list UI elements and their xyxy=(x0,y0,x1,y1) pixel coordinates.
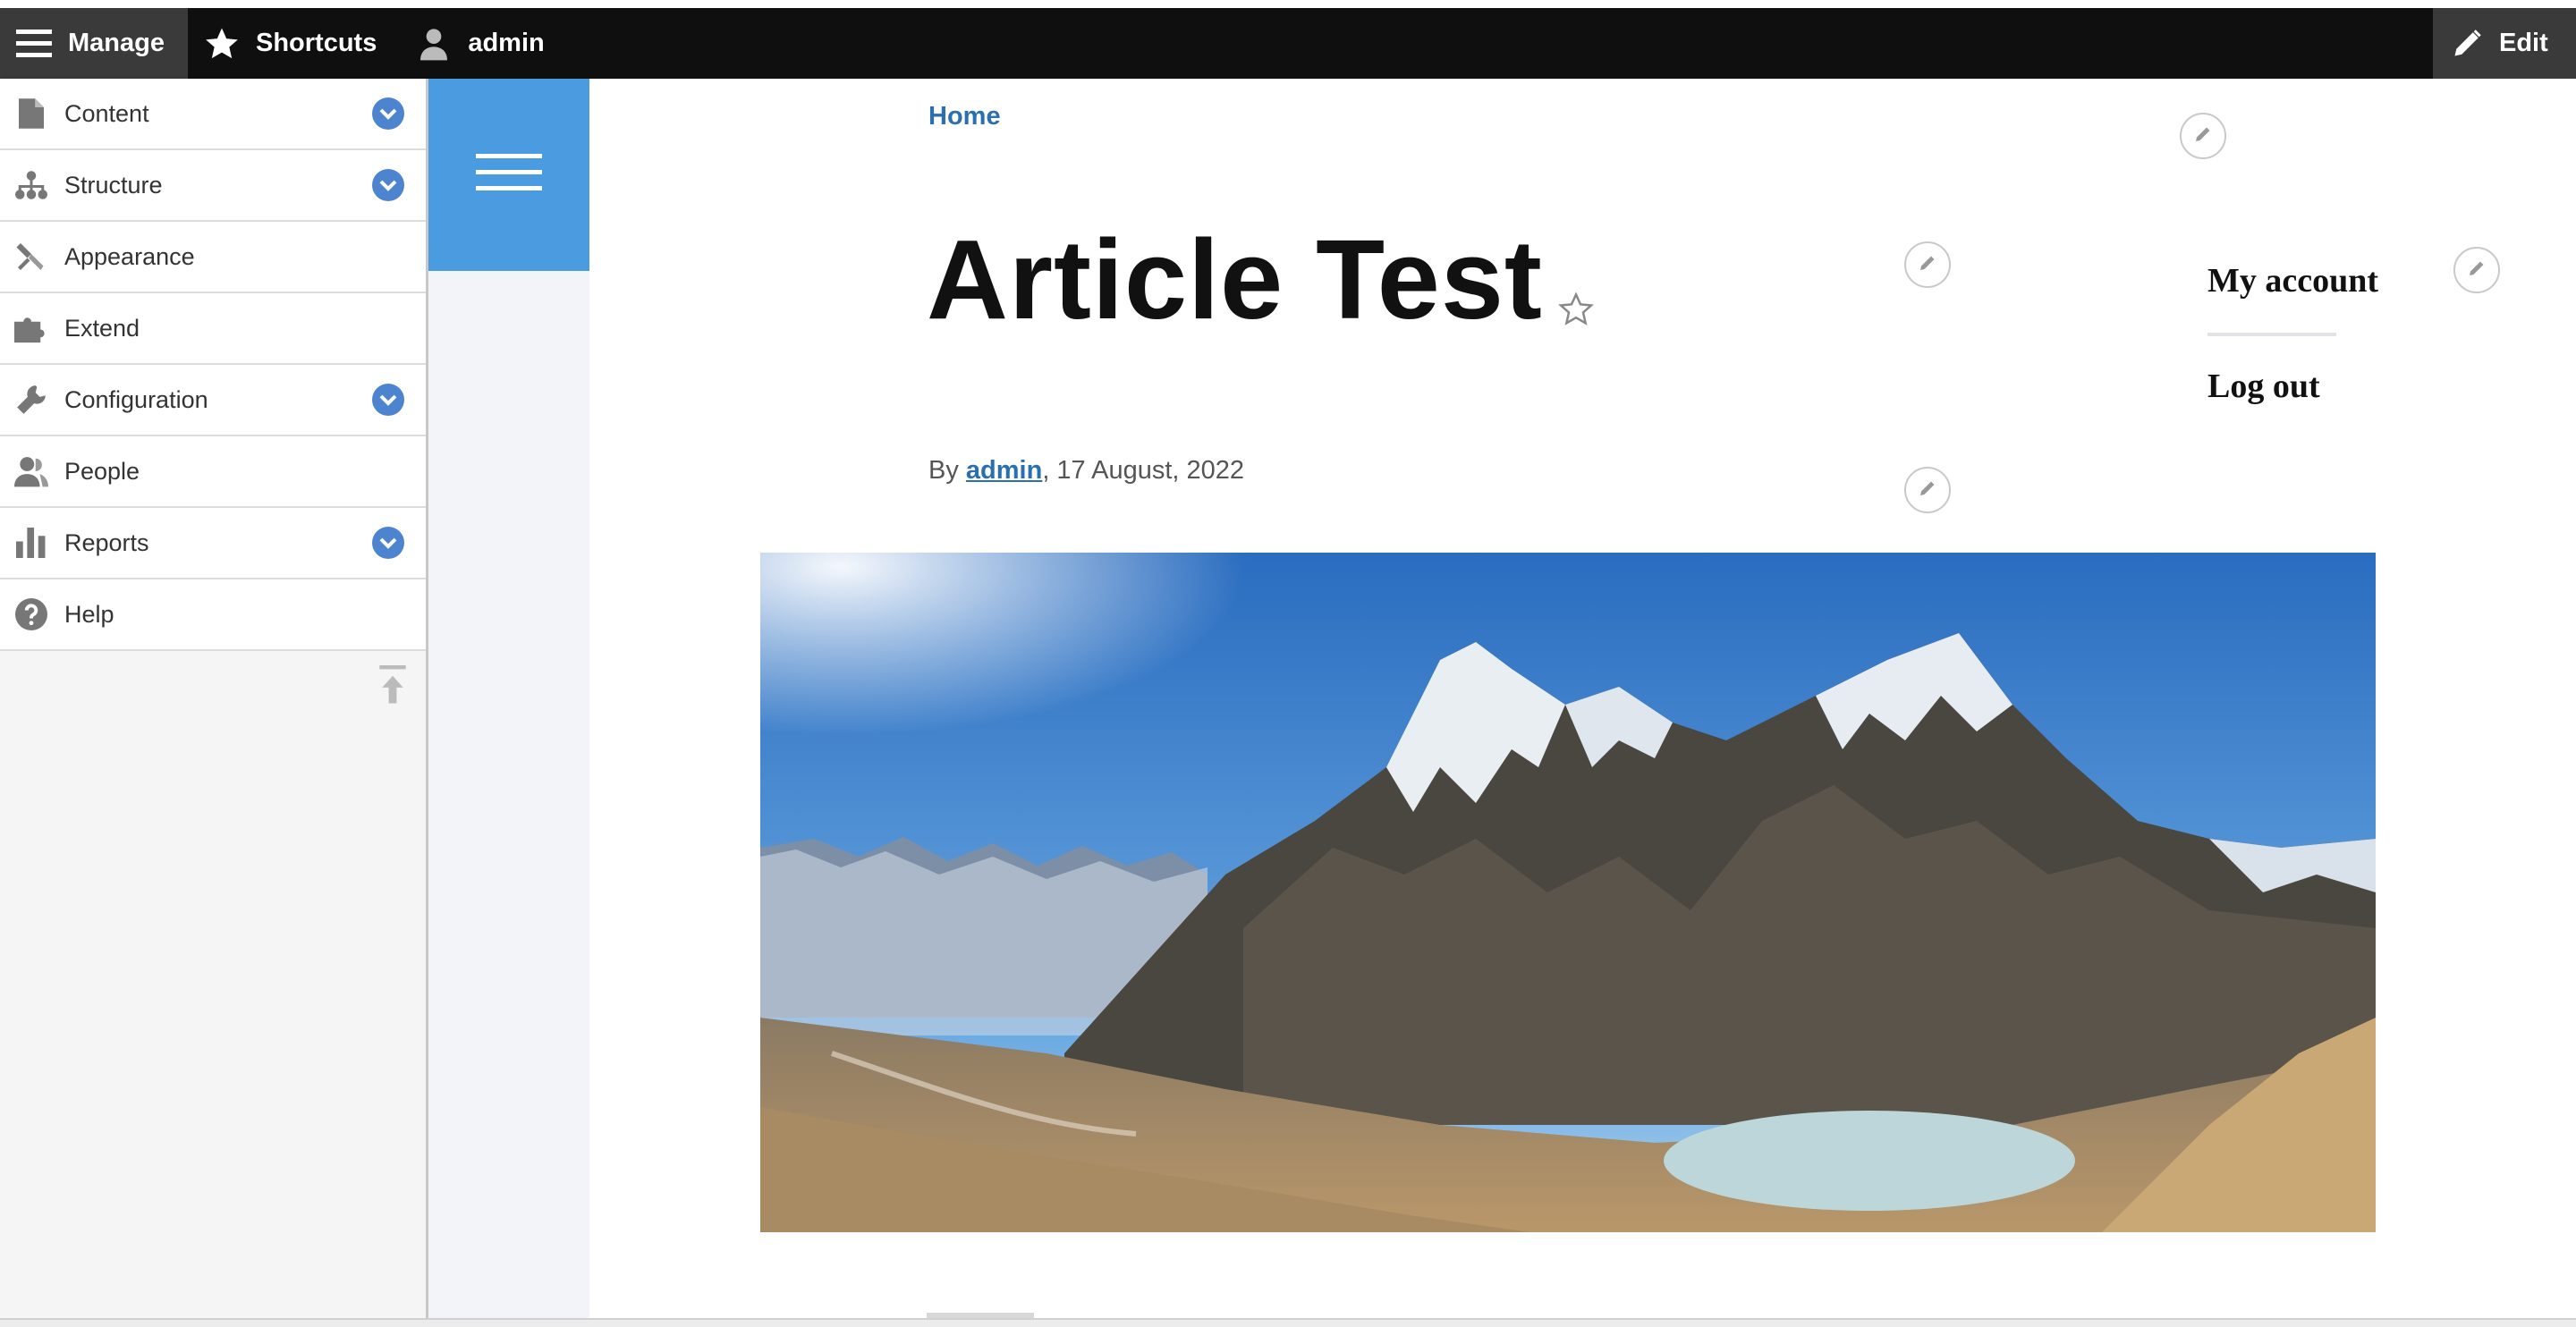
tray-item-label: Reports xyxy=(64,528,149,556)
manage-tab[interactable]: Manage xyxy=(0,8,188,79)
tray-item-label: Help xyxy=(64,600,114,628)
pencil-icon xyxy=(2451,28,2483,60)
article-image xyxy=(760,553,2376,1232)
chevron-down-icon[interactable] xyxy=(372,169,404,201)
menu-divider xyxy=(2207,333,2336,336)
file-icon xyxy=(14,97,48,131)
tray-item-appearance[interactable]: Appearance xyxy=(0,222,426,293)
account-menu: My account Log out xyxy=(2207,261,2378,406)
tray-item-people[interactable]: People xyxy=(0,436,426,508)
tray-item-label: Structure xyxy=(64,171,163,199)
tray-item-configuration[interactable]: Configuration xyxy=(0,365,426,436)
manage-label: Manage xyxy=(68,29,165,57)
star-icon xyxy=(204,26,240,62)
wrench-icon xyxy=(14,383,48,417)
contextual-edit-button[interactable] xyxy=(1904,467,1951,513)
tray-menu: Content Structure Appearance Extend Conf… xyxy=(0,79,426,651)
tray-item-label: People xyxy=(64,457,140,485)
site-menu-toggle[interactable] xyxy=(428,79,589,271)
breadcrumb-home[interactable]: Home xyxy=(928,102,1001,131)
contextual-edit-button[interactable] xyxy=(2453,247,2500,293)
orientation-toggle-icon[interactable] xyxy=(379,665,406,709)
edit-tab[interactable]: Edit xyxy=(2433,8,2576,79)
tray-item-label: Appearance xyxy=(64,242,195,270)
byline-prefix: By xyxy=(928,456,966,485)
contextual-edit-button[interactable] xyxy=(2180,113,2226,159)
chevron-down-icon[interactable] xyxy=(372,527,404,559)
help-icon xyxy=(14,597,48,631)
tray-item-reports[interactable]: Reports xyxy=(0,508,426,579)
tray-item-extend[interactable]: Extend xyxy=(0,293,426,365)
chevron-down-icon[interactable] xyxy=(372,97,404,130)
tray-item-content[interactable]: Content xyxy=(0,79,426,150)
menu-icon xyxy=(16,28,52,60)
author-link[interactable]: admin xyxy=(966,456,1042,485)
user-tab[interactable]: admin xyxy=(400,8,567,79)
pencil-icon xyxy=(2466,258,2487,283)
log-out-link[interactable]: Log out xyxy=(2207,367,2378,406)
contextual-edit-button[interactable] xyxy=(1904,241,1951,288)
edit-label: Edit xyxy=(2499,29,2548,57)
byline: By admin, 17 August, 2022 xyxy=(928,456,1244,486)
page-title: Article Test xyxy=(927,216,1543,342)
puzzle-icon xyxy=(14,311,48,345)
my-account-link[interactable]: My account xyxy=(2207,261,2378,300)
admin-tray: Content Structure Appearance Extend Conf… xyxy=(0,79,428,1318)
shortcuts-tab[interactable]: Shortcuts xyxy=(188,8,400,79)
post-date: , 17 August, 2022 xyxy=(1042,456,1245,485)
paintbrush-icon xyxy=(14,240,48,274)
hamburger-icon xyxy=(476,152,542,198)
people-icon xyxy=(14,454,48,488)
tray-item-label: Extend xyxy=(64,314,140,342)
tray-item-label: Content xyxy=(64,99,149,127)
user-icon xyxy=(416,26,452,62)
pencil-icon xyxy=(1917,478,1938,503)
chevron-down-icon[interactable] xyxy=(372,384,404,416)
tray-item-label: Configuration xyxy=(64,385,208,413)
pencil-icon xyxy=(1917,252,1938,278)
sitemap-icon xyxy=(14,168,48,202)
tray-item-help[interactable]: Help xyxy=(0,579,426,651)
star-outline-icon[interactable] xyxy=(1558,292,1594,332)
shortcuts-label: Shortcuts xyxy=(256,29,377,57)
bottom-edge xyxy=(0,1318,2576,1327)
pencil-icon xyxy=(2192,123,2214,149)
admin-toolbar: Manage Shortcuts admin Edit xyxy=(0,8,2576,79)
user-label: admin xyxy=(468,29,545,57)
bar-chart-icon xyxy=(14,526,48,560)
tray-item-structure[interactable]: Structure xyxy=(0,150,426,222)
